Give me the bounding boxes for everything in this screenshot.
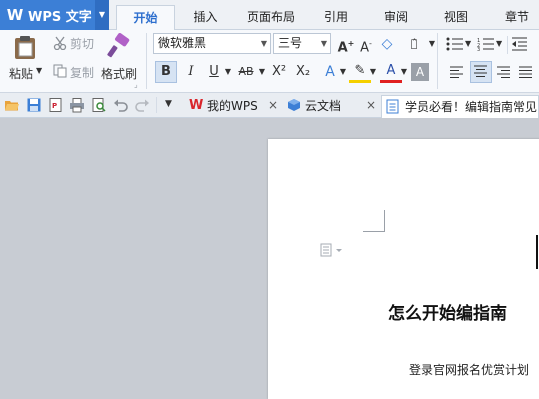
font-family-select[interactable]: 微软雅黑 ▼ (153, 33, 271, 54)
chevron-down-icon[interactable]: ▼ (398, 61, 410, 83)
align-left-icon[interactable] (450, 66, 464, 79)
character-shading-icon[interactable]: A (411, 63, 429, 81)
chevron-down-icon[interactable]: ▼ (367, 61, 379, 83)
format-painter-button[interactable]: 格式刷 (101, 65, 137, 82)
wps-logo-icon: W (6, 6, 24, 24)
chevron-down-icon: ▼ (260, 39, 267, 48)
chevron-down-icon[interactable]: ▼ (337, 61, 349, 83)
customize-toolbar-chevron-icon[interactable]: ▼ (165, 99, 172, 109)
redo-icon[interactable] (134, 97, 150, 113)
undo-icon[interactable] (113, 97, 129, 113)
paste-button[interactable]: 粘贴 (9, 65, 33, 82)
cut-button[interactable]: 剪切 (70, 35, 94, 52)
ribbon-tab-bar: W WPS 文字 ▼ 开始 插入 页面布局 引用 审阅 视图 章节 (0, 0, 539, 31)
ribbon-home: 粘贴 ▼ 剪切 复制 格式刷 ⌟ 微软雅黑 ▼ 三号 ▼ A+ A- ◇ 文̂ ▼ … (0, 30, 539, 93)
cloud-cube-icon (288, 99, 300, 111)
chevron-down-icon[interactable]: ▼ (496, 39, 502, 48)
font-size-select[interactable]: 三号 ▼ (273, 33, 331, 54)
copy-icon (53, 64, 67, 78)
paste-icon[interactable] (12, 34, 38, 60)
tab-label: 我的WPS (207, 99, 258, 113)
tab-sections[interactable]: 章节 (495, 5, 539, 30)
tab-cloud-docs[interactable]: 云文档 (283, 95, 378, 118)
bold-button[interactable]: B (155, 61, 177, 83)
superscript-button[interactable]: X² (268, 61, 290, 83)
tab-review[interactable]: 审阅 (375, 5, 417, 30)
tab-home[interactable]: 开始 (116, 5, 175, 31)
font-family-value: 微软雅黑 (158, 36, 207, 50)
quick-access-toolbar: P ▼ W 我的WPS × 云文档 × 学员必看！编辑指南常见问 (0, 93, 539, 118)
grow-font-icon[interactable]: A+ (335, 33, 357, 55)
tab-label: 云文档 (305, 99, 342, 113)
document-title: 怎么开始编指南 (388, 304, 507, 324)
chevron-down-icon[interactable]: ▼ (421, 33, 443, 55)
wps-logo-icon: W (189, 98, 204, 113)
align-center-icon (474, 65, 487, 77)
save-icon[interactable] (26, 97, 42, 113)
chevron-down-icon[interactable]: ▼ (465, 39, 471, 48)
paste-options-icon[interactable] (320, 243, 344, 257)
tab-my-wps[interactable]: W 我的WPS (185, 95, 280, 118)
app-menu-button[interactable]: W WPS 文字 ▼ (0, 0, 109, 30)
subscript-button[interactable]: X₂ (292, 61, 314, 83)
separator (156, 97, 157, 113)
strikethrough-button[interactable]: AB (234, 61, 258, 83)
font-size-value: 三号 (278, 36, 303, 50)
chevron-down-icon: ▼ (320, 39, 327, 48)
tab-page-layout[interactable]: 页面布局 (240, 5, 302, 30)
tab-label: 学员必看！编辑指南常见问 (405, 100, 539, 114)
clear-format-icon[interactable]: ◇ (376, 33, 398, 55)
italic-button[interactable]: I (180, 61, 202, 83)
shrink-font-icon[interactable]: A- (355, 33, 377, 55)
chevron-down-icon[interactable]: ▼ (222, 61, 234, 83)
export-pdf-icon[interactable]: P (48, 97, 64, 113)
text-cursor (536, 235, 538, 269)
svg-text:3: 3 (477, 47, 480, 51)
tab-insert[interactable]: 插入 (183, 5, 228, 30)
justify-icon[interactable] (519, 66, 533, 79)
app-menu-chevron-icon[interactable]: ▼ (95, 0, 109, 30)
tab-references[interactable]: 引用 (315, 5, 357, 30)
align-center-button[interactable] (470, 61, 492, 83)
separator (437, 33, 438, 89)
document-page[interactable]: 怎么开始编指南 登录官网报名优赏计划 (268, 139, 539, 399)
print-icon[interactable] (69, 97, 85, 113)
format-painter-icon[interactable] (106, 33, 132, 59)
open-folder-icon[interactable] (4, 97, 20, 113)
close-icon[interactable]: × (366, 95, 376, 115)
align-right-icon[interactable] (497, 66, 511, 79)
tab-view[interactable]: 视图 (435, 5, 477, 30)
margin-corner-mark (363, 210, 385, 232)
decrease-indent-icon[interactable] (512, 37, 528, 51)
separator (507, 36, 508, 54)
numbered-list-icon[interactable]: 123 (477, 37, 495, 51)
copy-button[interactable]: 复制 (70, 64, 94, 81)
app-name: WPS 文字 (28, 9, 92, 25)
scissors-icon (53, 36, 67, 50)
clipboard-dialog-launcher-icon[interactable]: ⌟ (134, 80, 138, 89)
chevron-down-icon[interactable]: ▼ (256, 61, 268, 83)
paste-chevron-icon[interactable]: ▼ (36, 66, 42, 75)
document-icon (386, 99, 399, 114)
bullet-list-icon[interactable] (446, 37, 464, 51)
svg-text:P: P (52, 102, 57, 110)
close-icon[interactable]: × (268, 95, 278, 115)
print-preview-icon[interactable] (91, 97, 107, 113)
document-line: 登录官网报名优赏计划 (409, 363, 530, 377)
separator (146, 33, 147, 89)
document-workspace[interactable]: 怎么开始编指南 登录官网报名优赏计划 (0, 118, 539, 399)
tab-active-document[interactable]: 学员必看！编辑指南常见问 (381, 95, 539, 118)
